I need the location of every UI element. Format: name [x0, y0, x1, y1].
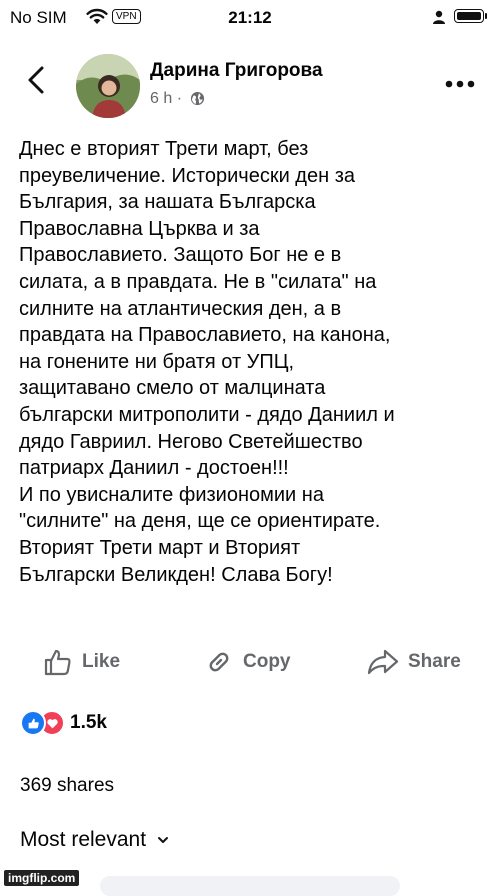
- status-time: 21:12: [228, 8, 272, 27]
- reaction-count: 1.5k: [70, 712, 107, 733]
- post-line: Православна Църква и за: [19, 217, 260, 240]
- globe-icon: [191, 91, 205, 106]
- post-line: Български Великден! Слава Богу!: [19, 563, 333, 586]
- person-icon: [433, 10, 445, 24]
- post-header: Дарина Григорова 6 h ·: [0, 44, 500, 120]
- post-meta: 6 h ·: [150, 90, 205, 108]
- post-line: Днес е вторият Трети март, без: [19, 138, 309, 160]
- post-line: "силните" на деня, ще се ориентирате.: [19, 510, 381, 533]
- more-options-icon[interactable]: [440, 74, 480, 94]
- post-line: дядо Гавриил. Негово Светейшество: [19, 430, 363, 453]
- status-bar: No SIM VPN 21:12: [0, 0, 500, 36]
- post-line: Православието. Защото Бог не е в: [19, 244, 342, 267]
- comment-sort-dropdown[interactable]: Most relevant: [20, 828, 170, 852]
- share-count[interactable]: 369 shares: [20, 775, 114, 797]
- post-line: И по увисналите физиономии на: [19, 483, 324, 506]
- like-button[interactable]: Like: [42, 640, 120, 684]
- post-actions: Like Copy Share: [0, 640, 500, 684]
- back-icon[interactable]: [18, 60, 58, 100]
- post-line: силните на атлантическия ден, а в: [19, 297, 342, 320]
- battery-icon: [454, 9, 484, 23]
- post-line: преувеличение. Исторически ден за: [19, 164, 355, 187]
- copy-button[interactable]: Copy: [203, 640, 291, 684]
- share-icon: [367, 649, 399, 675]
- post-text: Днес е вторият Трети март, без преувелич…: [19, 136, 489, 588]
- post-line: правдата на Православието, на канона,: [19, 324, 391, 347]
- avatar[interactable]: [76, 54, 140, 118]
- reactions-summary[interactable]: 1.5k: [20, 710, 107, 736]
- like-label: Like: [82, 651, 121, 672]
- post-line: защитавано смело от малцината: [19, 377, 326, 400]
- post-line: патриарх Даниил - достоен!!!: [19, 457, 289, 480]
- post-time: 6 h: [150, 90, 173, 107]
- post-line: силата, а в правдата. Не в "силата" на: [19, 270, 377, 293]
- post-line: на гонените ни братя от УПЦ,: [19, 350, 295, 373]
- copy-label: Copy: [243, 651, 291, 672]
- post-line: български митрополити - дядо Даниил и: [19, 403, 395, 426]
- chevron-down-icon: [158, 837, 169, 843]
- post-line: България, за нашата Българска: [19, 191, 316, 214]
- comment-sort-label: Most relevant: [20, 828, 147, 851]
- author-name[interactable]: Дарина Григорова: [150, 60, 323, 82]
- post-line: Вторият Трети март и Вторият: [19, 536, 301, 559]
- watermark: imgflip.com: [4, 870, 80, 886]
- share-label: Share: [408, 651, 461, 672]
- comment-input[interactable]: [100, 876, 400, 896]
- like-reaction-icon: [20, 710, 46, 736]
- link-icon: [209, 652, 229, 672]
- share-button[interactable]: Share: [366, 640, 461, 684]
- thumbs-up-icon: [44, 649, 71, 676]
